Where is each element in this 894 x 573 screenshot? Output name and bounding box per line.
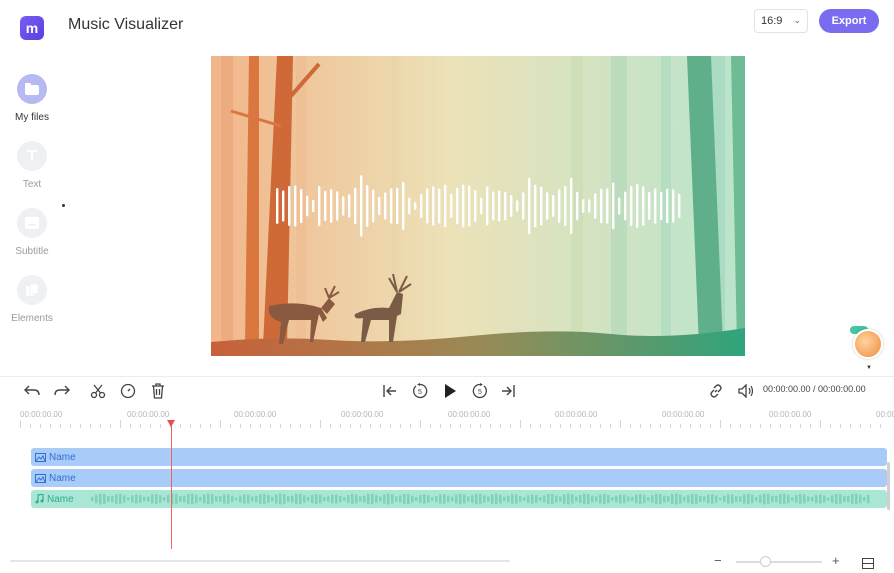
- zoom-slider[interactable]: [736, 561, 822, 563]
- ruler-ticks: [20, 420, 881, 428]
- timecode-display: 00:00:00.00 / 00:00:00.00: [763, 384, 866, 394]
- delete-icon[interactable]: [150, 383, 166, 399]
- play-icon[interactable]: [442, 383, 458, 399]
- track-name: Name: [49, 451, 76, 463]
- aspect-ratio-value: 16:9: [761, 15, 783, 27]
- playhead-handle[interactable]: [167, 420, 175, 427]
- page-title: Music Visualizer: [68, 16, 184, 33]
- chevron-down-icon: ⌄: [793, 15, 801, 25]
- music-note-icon: [35, 494, 44, 504]
- zoom-slider-handle[interactable]: [760, 556, 771, 567]
- track-label: Name: [35, 452, 76, 463]
- avatar[interactable]: [853, 329, 883, 359]
- ruler-time-label: 00:00:00.00: [234, 410, 277, 419]
- ruler-time-label: 00:00:00.00: [448, 410, 491, 419]
- undo-icon[interactable]: [24, 383, 40, 399]
- text-icon: [17, 141, 47, 171]
- track-label: Name: [35, 473, 76, 484]
- redo-icon[interactable]: [54, 383, 70, 399]
- subtitle-icon: [17, 208, 47, 238]
- sidebar-item-my-files[interactable]: My files: [0, 74, 64, 123]
- sidebar-item-text[interactable]: Text: [0, 141, 64, 190]
- elements-icon: [17, 275, 47, 305]
- ruler-time-label: 00:00:00.00: [662, 410, 705, 419]
- image-icon: [35, 473, 46, 483]
- sidebar-item-elements[interactable]: Elements: [0, 275, 64, 324]
- sidebar-item-label: Text: [22, 179, 42, 190]
- sidebar-item-label: My files: [15, 112, 49, 123]
- ruler-time-label: 00:00:00.00: [341, 410, 384, 419]
- image-icon: [35, 452, 46, 462]
- aspect-ratio-select[interactable]: 16:9 ⌄: [754, 9, 808, 33]
- sidebar-item-subtitle[interactable]: Subtitle: [0, 208, 64, 257]
- svg-text:5: 5: [418, 389, 422, 396]
- chevron-down-icon[interactable]: ▼: [866, 365, 872, 371]
- zoom-out-icon[interactable]: −: [714, 553, 722, 568]
- ruler-time-label: 00:00:00.00: [769, 410, 812, 419]
- playhead[interactable]: [171, 422, 172, 549]
- track-image-1[interactable]: Name: [31, 448, 887, 466]
- ruler-time-label: 00:00:00.00: [20, 410, 63, 419]
- logo-letter: m: [25, 20, 39, 36]
- track-name: Name: [47, 493, 74, 505]
- audio-track-waveform: [91, 493, 870, 505]
- svg-text:5: 5: [478, 389, 482, 396]
- export-button[interactable]: Export: [819, 9, 879, 33]
- link-icon[interactable]: [708, 383, 724, 399]
- preview-scene: [211, 56, 745, 356]
- top-bar: m Music Visualizer 16:9 ⌄ Export: [0, 0, 894, 50]
- zoom-in-icon[interactable]: +: [832, 553, 840, 568]
- app-logo[interactable]: m: [20, 16, 44, 40]
- rewind-5s-icon[interactable]: 5: [412, 383, 428, 399]
- skip-end-icon[interactable]: [500, 383, 516, 399]
- track-name: Name: [49, 472, 76, 484]
- collapse-handle[interactable]: [62, 204, 65, 207]
- track-audio[interactable]: Name: [31, 490, 887, 508]
- skip-start-icon[interactable]: [382, 383, 398, 399]
- volume-icon[interactable]: [738, 383, 754, 399]
- cut-icon[interactable]: [90, 383, 106, 399]
- sidebar-item-label: Elements: [11, 313, 53, 324]
- ruler-time-label: 00:00:00.00: [555, 410, 598, 419]
- sidebar-item-label: Subtitle: [15, 246, 49, 257]
- ruler-time-label: 00:00:00.00: [876, 410, 894, 419]
- vertical-scrollbar[interactable]: [887, 462, 890, 510]
- ruler-time-label: 00:00:00.00: [127, 410, 170, 419]
- speed-icon[interactable]: [120, 383, 136, 399]
- video-preview[interactable]: [211, 56, 745, 356]
- fit-timeline-icon[interactable]: [862, 556, 874, 573]
- forward-5s-icon[interactable]: 5: [472, 383, 488, 399]
- horizontal-scrollbar[interactable]: [10, 560, 510, 562]
- track-image-2[interactable]: Name: [31, 469, 887, 487]
- folder-icon: [17, 74, 47, 104]
- track-label: Name: [35, 494, 74, 505]
